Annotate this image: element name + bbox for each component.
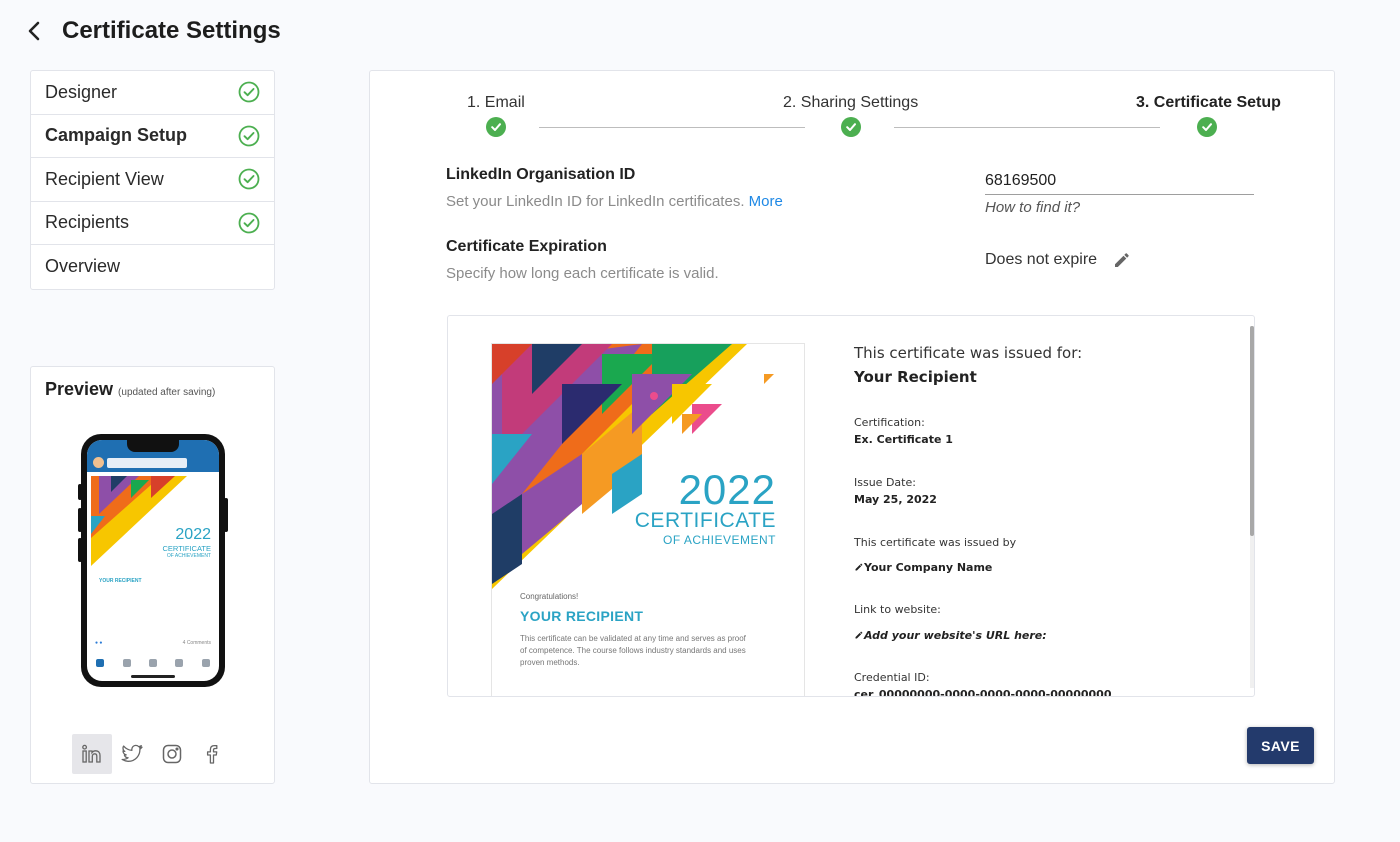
- stepper-label-sharing[interactable]: 2. Sharing Settings: [783, 94, 918, 112]
- linkedin-icon: [82, 744, 101, 763]
- linkedin-id-title: LinkedIn Organisation ID: [446, 166, 636, 183]
- edit-expiration-button[interactable]: [1112, 250, 1132, 270]
- campaign-steps-nav: Designer Campaign Setup Recipient View R…: [30, 70, 275, 290]
- how-to-find-link[interactable]: How to find it?: [985, 199, 1080, 216]
- certificate-subtitle: OF ACHIEVEMENT: [662, 533, 776, 547]
- facebook-button[interactable]: [192, 734, 232, 774]
- phone-search-bar: [107, 458, 187, 468]
- phone-comments: 4 Comments: [182, 640, 211, 646]
- preview-panel: Preview (updated after saving) 2022 CERT…: [30, 366, 275, 784]
- expiration-desc: Specify how long each certificate is val…: [446, 265, 719, 282]
- phone-certificate-thumbnail: 2022 CERTIFICATE OF ACHIEVEMENT YOUR REC…: [91, 476, 215, 596]
- instagram-button[interactable]: [152, 734, 192, 774]
- linkedin-id-input[interactable]: [985, 167, 1254, 195]
- certificate-title: CERTIFICATE: [634, 509, 776, 532]
- edit-website-url[interactable]: Add your website's URL here:: [854, 629, 1047, 642]
- issued-for-label: This certificate was issued for:: [854, 344, 1083, 362]
- certificate-congrats: Congratulations!: [520, 592, 579, 601]
- stepper-check-icon: [841, 117, 861, 137]
- pencil-icon: [855, 563, 863, 571]
- facebook-icon: [206, 744, 218, 764]
- issue-date-value: May 25, 2022: [854, 493, 937, 506]
- pencil-icon: [855, 631, 863, 639]
- phone-cert-sub: OF ACHIEVEMENT: [166, 553, 211, 559]
- phone-screen: 2022 CERTIFICATE OF ACHIEVEMENT YOUR REC…: [87, 440, 219, 681]
- sidebar-item-label: Recipient View: [45, 168, 164, 189]
- save-button[interactable]: SAVE: [1247, 727, 1314, 764]
- stepper-connector: [894, 127, 1160, 128]
- linkedin-id-desc: Set your LinkedIn ID for LinkedIn certif…: [446, 193, 783, 210]
- check-circle-icon: [238, 125, 260, 147]
- preview-note: (updated after saving): [118, 387, 216, 398]
- website-url: Add your website's URL here:: [864, 629, 1047, 642]
- phone-nav: [87, 657, 219, 673]
- certificate-body: This certificate can be validated at any…: [520, 634, 746, 667]
- phone-mockup: 2022 CERTIFICATE OF ACHIEVEMENT YOUR REC…: [78, 434, 228, 687]
- certificate-year: 2022: [678, 466, 776, 513]
- linkedin-button[interactable]: [72, 734, 112, 774]
- page-title: Certificate Settings: [62, 17, 281, 44]
- sidebar-item-campaign-setup[interactable]: Campaign Setup: [31, 115, 274, 158]
- expiration-value: Does not expire: [985, 251, 1098, 268]
- issued-by-label: This certificate was issued by: [854, 536, 1017, 549]
- phone-cert-year: 2022: [175, 526, 211, 543]
- check-circle-icon: [238, 212, 260, 234]
- stepper-label-email[interactable]: 1. Email: [467, 94, 525, 112]
- social-selector: [72, 734, 232, 774]
- expiration-title: Certificate Expiration: [446, 238, 607, 255]
- preview-header: Preview (updated after saving): [45, 379, 215, 400]
- main-panel: 1. Email 2. Sharing Settings 3. Certific…: [369, 70, 1335, 784]
- preview-title: Preview: [45, 379, 114, 399]
- sidebar-item-designer[interactable]: Designer: [31, 71, 274, 115]
- sidebar-item-label: Overview: [45, 256, 121, 277]
- issue-date-label: Issue Date:: [854, 476, 916, 489]
- company-name: Your Company Name: [864, 561, 993, 574]
- website-label: Link to website:: [854, 603, 941, 616]
- instagram-icon: [162, 744, 182, 764]
- stepper-check-icon: [486, 117, 506, 137]
- certification-value: Ex. Certificate 1: [854, 433, 953, 446]
- stepper-label-certificate-setup[interactable]: 3. Certificate Setup: [1136, 94, 1281, 112]
- scrollbar-thumb[interactable]: [1250, 326, 1254, 536]
- sidebar-item-label: Campaign Setup: [45, 125, 188, 146]
- page-header: Certificate Settings: [26, 16, 281, 46]
- scrollbar[interactable]: [1250, 326, 1254, 688]
- check-circle-icon: [238, 168, 260, 190]
- sidebar-item-label: Recipients: [45, 212, 130, 233]
- certificate-preview: 2022 CERTIFICATE OF ACHIEVEMENT Congratu…: [447, 315, 1255, 697]
- twitter-icon: [121, 744, 143, 762]
- sidebar-item-label: Designer: [45, 81, 118, 102]
- chevron-left-icon: [28, 21, 40, 41]
- more-link[interactable]: More: [749, 193, 783, 210]
- phone-cert-title: CERTIFICATE: [162, 544, 211, 553]
- pencil-icon: [1115, 253, 1129, 267]
- stepper-connector: [539, 127, 805, 128]
- stepper-check-icon: [1197, 117, 1217, 137]
- twitter-button[interactable]: [112, 734, 152, 774]
- edit-company-name[interactable]: Your Company Name: [854, 561, 992, 574]
- sidebar-item-recipient-view[interactable]: Recipient View: [31, 158, 274, 202]
- issued-for-recipient: Your Recipient: [854, 368, 977, 386]
- credential-label: Credential ID:: [854, 671, 930, 684]
- phone-cert-recipient: YOUR RECIPIENT: [99, 578, 142, 584]
- credential-value: cer_00000000-0000-0000-0000-00000000: [854, 688, 1112, 697]
- sidebar-item-overview[interactable]: Overview: [31, 245, 274, 289]
- certification-label: Certification:: [854, 416, 925, 429]
- sidebar-item-recipients[interactable]: Recipients: [31, 202, 274, 245]
- linkedin-id-desc-text: Set your LinkedIn ID for LinkedIn certif…: [446, 193, 745, 210]
- check-circle-icon: [238, 81, 260, 103]
- avatar: [93, 457, 104, 468]
- back-button[interactable]: [26, 16, 48, 46]
- certificate-card: 2022 CERTIFICATE OF ACHIEVEMENT Congratu…: [491, 343, 805, 696]
- certificate-recipient: YOUR RECIPIENT: [520, 608, 644, 624]
